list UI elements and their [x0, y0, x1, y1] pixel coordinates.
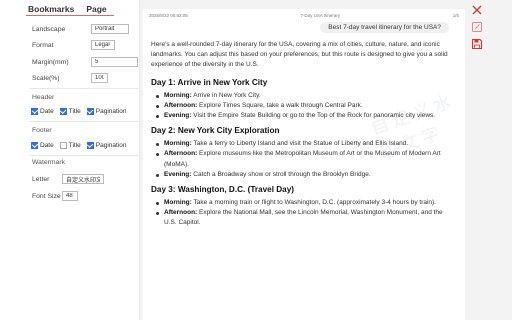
day-heading: Day 3: Washington, D.C. (Travel Day)	[151, 185, 295, 195]
list-item: Afternoon: Explore the National Mall, se…	[151, 208, 457, 228]
item-text: Visit the Empire State Building or go to…	[191, 112, 436, 120]
list-item: Afternoon: Explore museums like the Metr…	[151, 149, 457, 169]
intro-paragraph: Here's a well-rounded 7-day itinerary fo…	[151, 41, 448, 69]
settings-panel: Bookmarks Page Landscape Format Margin(m…	[0, 0, 140, 320]
item-label: Afternoon:	[164, 209, 198, 217]
panel-tabs: Bookmarks Page	[28, 4, 107, 14]
font-size-label: Font Size	[32, 193, 61, 200]
close-icon[interactable]	[470, 3, 484, 17]
scale-field[interactable]	[91, 73, 108, 83]
doc-header-title: 7-Day USA Itinerary	[300, 13, 341, 18]
watermark-section-label: Watermark	[32, 159, 65, 166]
header-pagination-label: Pagination	[95, 108, 127, 115]
tab-bookmarks[interactable]: Bookmarks	[28, 4, 74, 14]
margin-label: Margin(mm)	[32, 59, 69, 66]
header-title-label: Title	[68, 108, 81, 115]
footer-title-checkbox[interactable]	[59, 142, 67, 149]
divider	[30, 88, 138, 89]
save-icon[interactable]	[470, 37, 484, 51]
header-date-checkbox[interactable]	[31, 108, 38, 115]
divider	[30, 155, 138, 156]
item-label: Evening:	[164, 170, 192, 178]
item-label: Morning:	[164, 91, 192, 99]
doc-page-header: 2025/8/22 00:52:05 7-Day USA Itinerary 1…	[149, 13, 459, 18]
doc-header-date: 2025/8/22 00:52:05	[149, 13, 188, 18]
day-heading: Day 1: Arrive in New York City	[151, 77, 268, 87]
doc-content: Here's a well-rounded 7-day itinerary fo…	[151, 40, 457, 233]
doc-header-page: 1/6	[452, 13, 459, 18]
footer-date-checkbox[interactable]	[31, 142, 38, 149]
item-label: Evening:	[164, 112, 192, 120]
item-label: Afternoon:	[164, 101, 198, 109]
item-label: Afternoon:	[164, 150, 198, 158]
list-item: Morning: Take a morning train or flight …	[151, 198, 457, 208]
tab-page[interactable]: Page	[86, 4, 106, 14]
item-text: Arrive in New York City.	[191, 91, 261, 99]
list-item: Evening: Visit the Empire State Building…	[151, 111, 457, 121]
scale-label: Scale(%)	[32, 75, 60, 82]
day-heading: Day 2: New York City Exploration	[151, 126, 280, 136]
footer-pagination-label: Pagination	[95, 142, 127, 149]
day-list: Morning: Take a morning train or flight …	[151, 198, 457, 229]
item-label: Morning:	[164, 140, 192, 148]
orientation-field[interactable]	[91, 24, 129, 34]
footer-pagination-checkbox[interactable]	[86, 142, 94, 149]
font-size-field[interactable]	[62, 191, 78, 201]
item-text: Take a ferry to Liberty Island and visit…	[191, 140, 409, 148]
header-options: Date Title Pagination	[31, 108, 133, 115]
list-item: Morning: Arrive in New York City.	[151, 91, 457, 101]
day-list: Morning: Arrive in New York City. Aftern…	[151, 91, 457, 122]
footer-title-label: Title	[68, 142, 81, 149]
footer-date-label: Date	[40, 142, 54, 149]
header-date-label: Date	[40, 108, 54, 115]
divider	[30, 121, 138, 122]
item-text: Explore museums like the Metropolitan Mu…	[164, 150, 441, 168]
edit-icon[interactable]	[470, 20, 484, 34]
item-text: Explore Times Square, take a walk throug…	[197, 101, 363, 109]
day-list: Morning: Take a ferry to Liberty Island …	[151, 139, 457, 180]
header-section-label: Header	[32, 94, 55, 101]
margin-field[interactable]	[91, 57, 138, 67]
list-item: Afternoon: Explore Times Square, take a …	[151, 101, 457, 111]
list-item: Evening: Catch a Broadway show or stroll…	[151, 170, 457, 180]
orientation-label: Landscape	[32, 26, 66, 33]
item-text: Explore the National Mall, see the Linco…	[164, 209, 443, 227]
document-preview: 2025/8/22 00:52:05 7-Day USA Itinerary 1…	[143, 9, 465, 320]
header-pagination-checkbox[interactable]	[86, 108, 94, 115]
letter-field[interactable]	[62, 174, 104, 184]
format-label: Format	[32, 42, 54, 49]
footer-section-label: Footer	[32, 127, 52, 134]
footer-options: Date Title Pagination	[31, 142, 133, 149]
tab-underline	[26, 15, 114, 16]
format-field[interactable]	[91, 40, 115, 50]
item-label: Morning:	[164, 199, 192, 207]
user-prompt-bubble: Best 7-day travel itinerary for the USA?	[320, 22, 449, 33]
letter-label: Letter	[32, 176, 50, 183]
header-title-checkbox[interactable]	[59, 108, 67, 115]
list-item: Morning: Take a ferry to Liberty Island …	[151, 139, 457, 149]
item-text: Catch a Broadway show or stroll through …	[191, 170, 371, 178]
item-text: Take a morning train or flight to Washin…	[191, 199, 437, 207]
